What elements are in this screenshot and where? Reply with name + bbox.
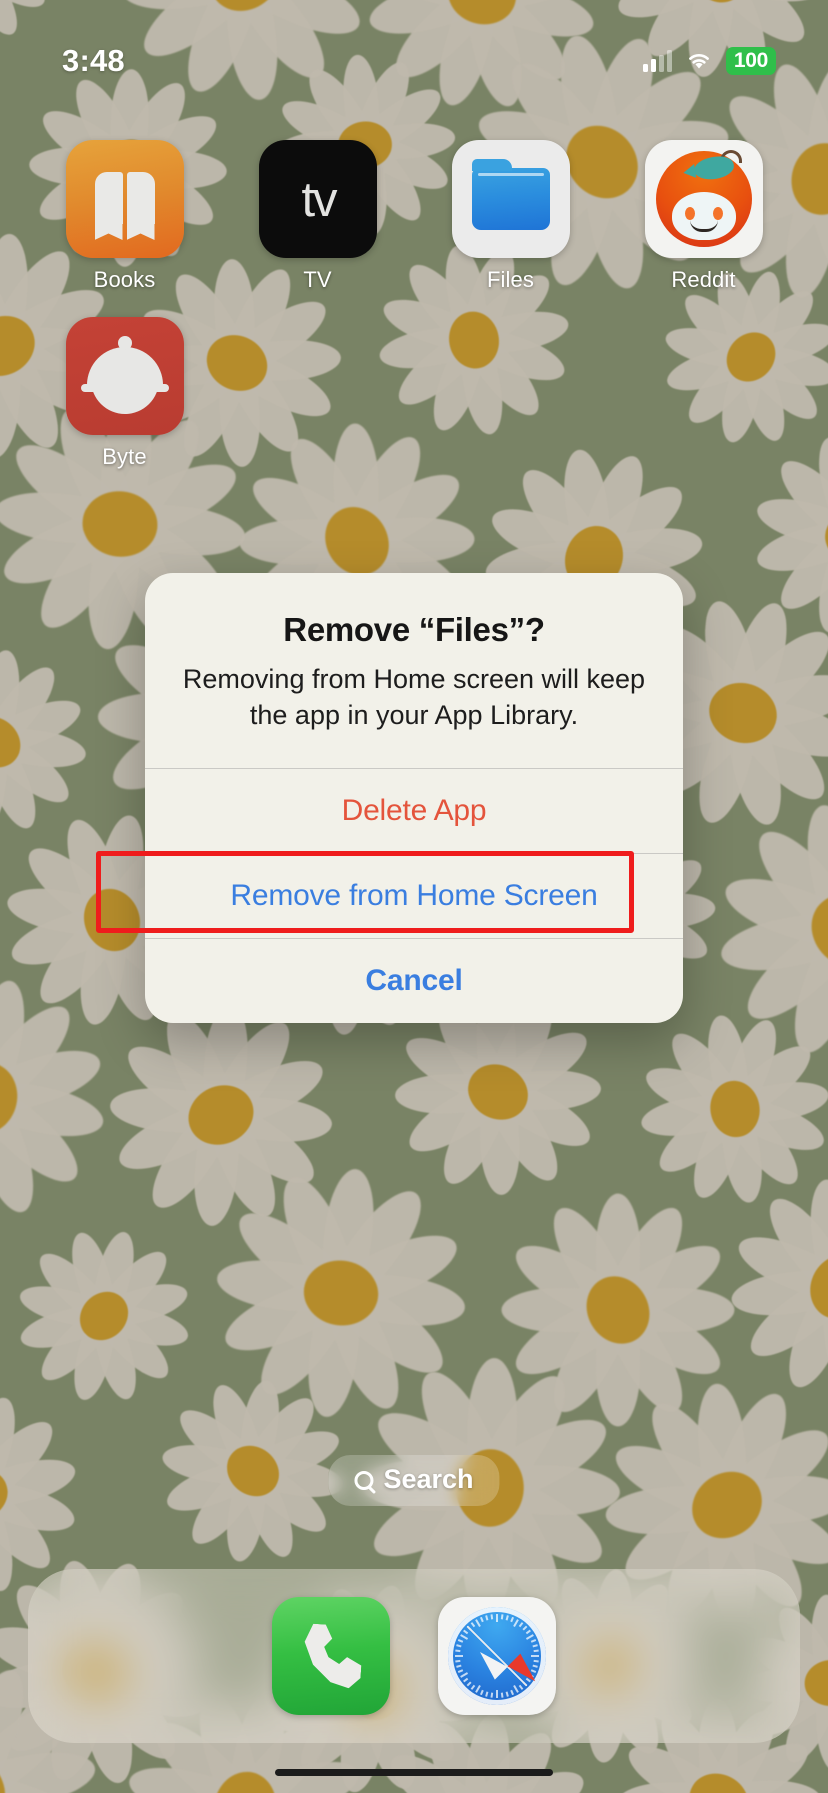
delete-app-button[interactable]: Delete App — [145, 769, 683, 853]
alert-backdrop: Remove “Files”? Removing from Home scree… — [0, 0, 828, 1793]
remove-from-home-screen-button[interactable]: Remove from Home Screen — [145, 854, 683, 938]
alert-header: Remove “Files”? Removing from Home scree… — [145, 573, 683, 768]
alert-message: Removing from Home screen will keep the … — [182, 664, 646, 730]
cancel-button[interactable]: Cancel — [145, 939, 683, 1023]
remove-app-alert-dialog: Remove “Files”? Removing from Home scree… — [145, 573, 683, 1023]
alert-title: Remove “Files”? — [283, 611, 545, 648]
